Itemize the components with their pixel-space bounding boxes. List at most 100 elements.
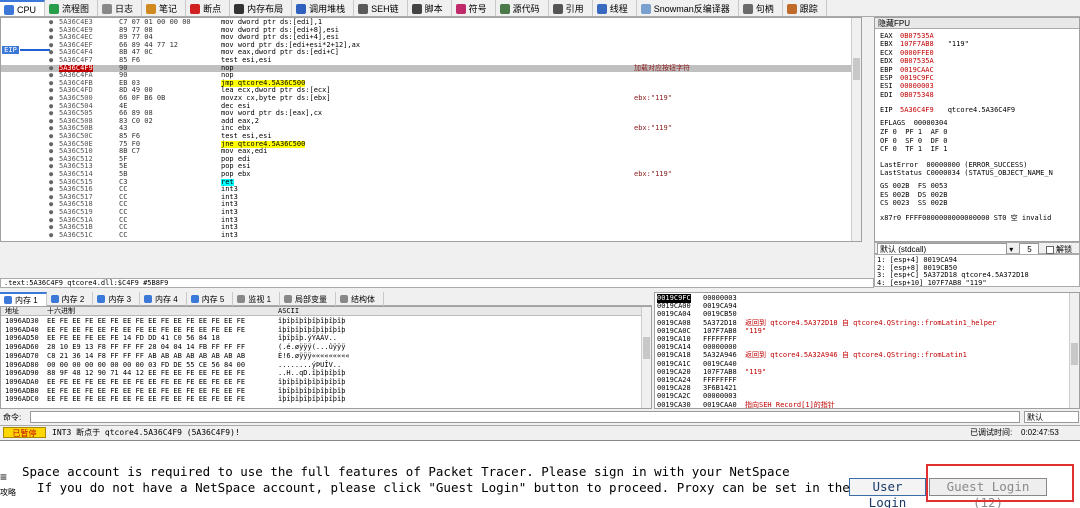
stack-scrollbar[interactable]	[1069, 293, 1079, 408]
tab-7[interactable]: SEH链	[354, 0, 408, 16]
flags-row[interactable]: OF 0 SF 0 DF 0	[880, 137, 947, 145]
segment-row[interactable]: GS 002B FS 0053	[880, 182, 947, 190]
register-name: EDX	[880, 57, 893, 66]
disassembly-scrollbar[interactable]	[851, 18, 861, 241]
tab-9[interactable]: 符号	[452, 0, 496, 16]
hex-ascii: (.é.øÿÿÿ(...ûÿÿÿ	[278, 343, 346, 352]
register-value: 0B07535A	[900, 32, 934, 40]
register-esp[interactable]: ESP 0019C9FC	[880, 74, 948, 82]
hide-fpu-toggle[interactable]: 隐藏FPU	[875, 18, 1079, 29]
tab-10[interactable]: 源代码	[496, 0, 549, 16]
register-ebx[interactable]: EBX 107F7AB8 "119"	[880, 40, 969, 48]
disassembly-pane[interactable]: ● 5A36C4E3 C7 07 01 00 00 00 mov dword ptr …	[0, 17, 862, 242]
seh-icon	[358, 3, 369, 14]
tab-6[interactable]: 调用堆栈	[292, 0, 355, 16]
register-eax[interactable]: EAX 0B07535A	[880, 32, 948, 40]
command-input[interactable]	[30, 411, 1020, 423]
segment-row[interactable]: ES 002B DS 002B	[880, 191, 947, 199]
hex-dump-header: 地址 十六进制 ASCII	[1, 307, 651, 316]
tab-2[interactable]: 日志	[98, 0, 143, 16]
dump-tab-3[interactable]: 内存 4	[140, 292, 187, 306]
tab-13[interactable]: Snowman反编译器	[637, 0, 739, 16]
stack-comment: 指向SEH_Record[1]的指针	[745, 400, 835, 409]
disasm-row[interactable]: ● 5A36C515 C3 ret	[1, 178, 861, 187]
eflags-value[interactable]: EFLAGS 00000304	[880, 119, 947, 127]
chevron-down-icon[interactable]: ▾	[1009, 245, 1013, 254]
dump-tab-label: 内存 1	[15, 295, 38, 305]
register-value: 00000003	[900, 82, 934, 91]
disasm-row[interactable]: ● 5A36C519 CC int3	[1, 208, 861, 217]
disasm-row[interactable]: ● 5A36C4F7 85 F6 test esi,esi	[1, 56, 861, 65]
register-ecx[interactable]: ECX 0000FFE0	[880, 49, 948, 57]
dump-tab-4[interactable]: 内存 5	[187, 292, 234, 306]
unlock-checkbox[interactable]	[1045, 245, 1054, 254]
disasm-row[interactable]: ● 5A36C513 5E pop esi	[1, 163, 861, 171]
dump-tab-1[interactable]: 内存 2	[47, 292, 94, 306]
register-edi[interactable]: EDI 0B075348	[880, 91, 948, 99]
address-info-line: .text:5A36C4F9 qtcore4.dll:$C4F9 #5B8F9	[0, 278, 874, 288]
disasm-row[interactable]: ● 5A36C4F9 90 nop 加载对应按钮字符	[1, 64, 861, 73]
disasm-row[interactable]: ● 5A36C510 8B C7 mov eax,edi	[1, 148, 861, 156]
disasm-row[interactable]: ● 5A36C51B CC int3	[1, 224, 861, 232]
hex-bytes: EE FE EE FE EE FE 14 FD DD 41 C0 56 84 1…	[47, 334, 220, 343]
hex-dump-pane[interactable]: 地址 十六进制 ASCII 1096AD30 EE FE EE FE EE FE …	[0, 306, 652, 409]
hex-ascii: îþîþîþîþîþîþîþîþ	[278, 325, 346, 334]
command-mode-select[interactable]: 默认	[1024, 411, 1079, 423]
register-edx[interactable]: EDX 0B07535A	[880, 57, 948, 65]
menu-icon[interactable]: ≡	[0, 469, 20, 485]
tab-0[interactable]: CPU	[0, 0, 46, 16]
register-eip[interactable]: EIP 5A36C4F9 qtcore4.5A36C4F9	[880, 106, 1015, 114]
disasm-row[interactable]: ● 5A36C512 5F pop edi	[1, 155, 861, 164]
flags-row[interactable]: CF 0 TF 1 IF 1	[880, 145, 947, 153]
stack-pane[interactable]: 0019C9FC 00000003 0019CA00 0019CA94 0019CA04…	[654, 292, 1080, 409]
flags-row[interactable]: ZF 0 PF 1 AF 0	[880, 128, 947, 136]
disasm-row[interactable]: ● 5A36C51A CC int3	[1, 216, 861, 225]
tab-14[interactable]: 句柄	[739, 0, 783, 16]
stack-comment: 返回到 qtcore4.5A372D18 自 qtcore4.QString::…	[745, 318, 997, 327]
dump-tab-0[interactable]: 内存 1	[0, 292, 47, 306]
stack-arg-row[interactable]: 4: [esp+10] 107F7AB8 "119"	[877, 279, 987, 287]
disasm-comment: ebx:"119"	[634, 170, 672, 178]
calling-convention-bar: 默认 (stdcall) ▾ 5 解锁	[874, 242, 1080, 256]
registers-pane[interactable]: 隐藏FPU EAX 0B07535A EBX 107F7AB8 "119" ECX 0000…	[874, 17, 1080, 242]
tab-1[interactable]: 流程图	[45, 0, 99, 16]
disasm-row[interactable]: ● 5A36C508 83 C0 02 add eax,2	[1, 117, 861, 126]
disasm-row[interactable]: ● 5A36C517 CC int3	[1, 193, 861, 202]
user-login-button[interactable]: User Login	[849, 478, 926, 508]
tab-15[interactable]: 跟踪	[783, 0, 827, 16]
hex-dump-scrollbar[interactable]	[641, 307, 651, 408]
tab-4[interactable]: 断点	[186, 0, 231, 16]
dump-tab-label: 结构体	[351, 294, 376, 304]
dump-tab-7[interactable]: 结构体	[336, 292, 385, 306]
tab-label: 流程图	[62, 4, 90, 14]
dump-tab-2[interactable]: 内存 3	[93, 292, 141, 306]
reference-icon	[552, 3, 563, 14]
hex-address: 1096AD40	[5, 325, 39, 334]
x87-register[interactable]: x87r0 FFFF0000000000000000 ST0 空 invalid	[880, 214, 1051, 222]
dump-tab-5[interactable]: 监视 1	[233, 292, 281, 306]
last-error: LastError 00000000 (ERROR_SUCCESS)	[880, 160, 1028, 169]
disasm-row[interactable]: ● 5A36C514 5B pop ebx ebx:"119"	[1, 170, 861, 179]
register-ebp[interactable]: EBP 0019CAAC	[880, 66, 948, 74]
tab-12[interactable]: 线程	[593, 0, 637, 16]
dump-tab-6[interactable]: 局部变量	[280, 292, 337, 306]
hex-ascii: îþîþîþîþîþîþîþîþ	[278, 377, 346, 386]
dump-tab-label: 监视 1	[248, 294, 272, 304]
tab-11[interactable]: 引用	[549, 0, 593, 16]
disasm-row[interactable]: ● 5A36C51C CC int3	[1, 230, 861, 240]
disasm-row[interactable]: ● 5A36C518 CC int3	[1, 201, 861, 209]
tab-5[interactable]: 内存布局	[230, 0, 293, 16]
tab-3[interactable]: 笔记	[142, 0, 187, 16]
disasm-row[interactable]: ● 5A36C500 66 0F B6 0B movzx cx,byte ptr ds…	[1, 94, 861, 103]
disasm-row[interactable]: ● 5A36C516 CC int3	[1, 186, 861, 194]
disasm-address: 5A36C51C	[59, 230, 93, 239]
watch-icon	[237, 295, 246, 303]
status-bar: 已暂停 INT3 断点于 qtcore4.5A36C4F9 (5A36C4F9)…	[0, 425, 1080, 439]
tab-label: 线程	[609, 4, 628, 14]
tab-8[interactable]: 脚本	[408, 0, 452, 16]
hex-address: 1096AD90	[5, 369, 39, 378]
hex-bytes: EE FE EE FE EE FE EE FE EE FE EE FE EE F…	[47, 317, 246, 325]
segment-row[interactable]: CS 0023 SS 002B	[880, 199, 947, 207]
struct-icon	[340, 295, 349, 303]
register-esi[interactable]: ESI 00000003	[880, 82, 948, 90]
